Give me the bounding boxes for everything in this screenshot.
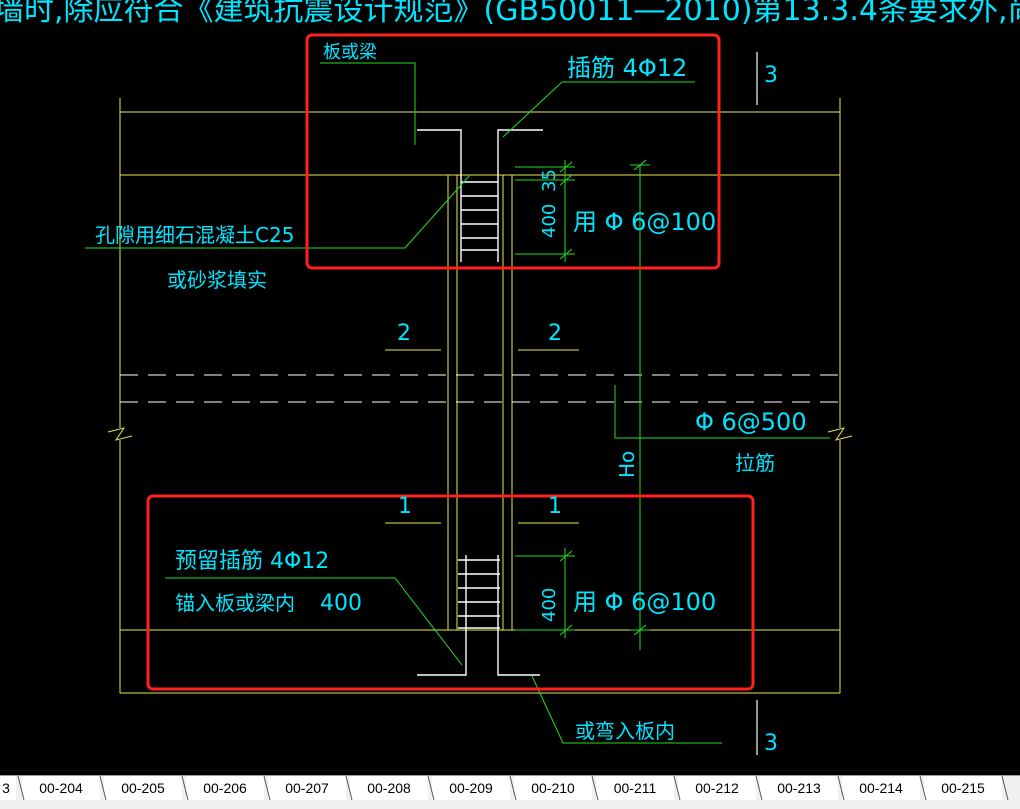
label-section3-top: 3 bbox=[764, 63, 778, 88]
label-dim-35: 35 bbox=[539, 169, 560, 192]
label-section3-bottom: 3 bbox=[764, 731, 778, 756]
label-gap-fill-line2: 或砂浆填实 bbox=[167, 268, 267, 292]
header-text: 墙时,除应符合《建筑抗震设计规范》(GB50011―2010)第13.3.4条要… bbox=[0, 0, 1020, 28]
label-dowel-top: 插筋 4Φ12 bbox=[567, 54, 687, 82]
label-board-or-beam: 板或梁 bbox=[323, 42, 377, 63]
label-ho: Ho bbox=[615, 451, 639, 478]
label-stirrup-bottom: 用 Φ 6@100 bbox=[573, 588, 716, 616]
label-section2-right: 2 bbox=[548, 321, 562, 346]
cad-drawing-canvas[interactable]: 墙时,除应符合《建筑抗震设计规范》(GB50011―2010)第13.3.4条要… bbox=[0, 0, 1020, 775]
label-section1-right: 1 bbox=[548, 494, 562, 519]
label-tie-name: 拉筋 bbox=[735, 451, 775, 475]
label-dim-400-bottom: 400 bbox=[539, 588, 560, 622]
label-bend-into: 或弯入板内 bbox=[575, 719, 675, 743]
tab-separators bbox=[17, 776, 1009, 801]
label-stirrup-top: 用 Φ 6@100 bbox=[573, 208, 716, 236]
label-reserve-dowel: 预留插筋 4Φ12 bbox=[175, 549, 329, 574]
bottom-strip bbox=[0, 800, 1020, 808]
label-tie-spec: Φ 6@500 bbox=[695, 408, 807, 436]
label-dim-400-top: 400 bbox=[539, 204, 560, 238]
label-gap-fill-line1: 孔隙用细石混凝土C25 bbox=[95, 223, 294, 247]
label-anchor-value: 400 bbox=[320, 591, 362, 616]
label-anchor-line1: 锚入板或梁内 bbox=[175, 591, 295, 615]
label-section2-left: 2 bbox=[397, 321, 411, 346]
label-section1-left: 1 bbox=[398, 494, 412, 519]
